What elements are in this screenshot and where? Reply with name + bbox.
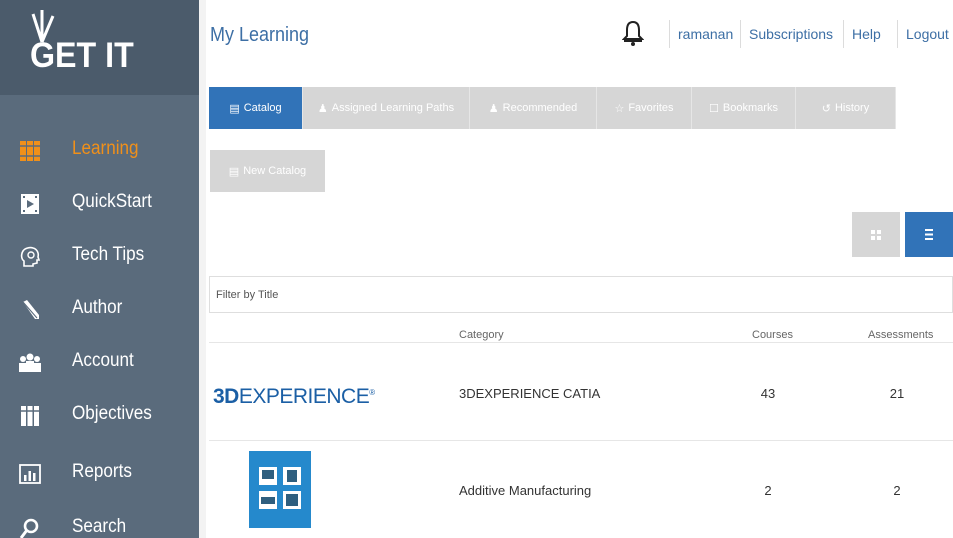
column-header-courses: Courses (752, 329, 793, 341)
filter-field[interactable] (209, 276, 953, 313)
sidebar-item-label: Tech Tips (72, 244, 145, 265)
sidebar-item-account[interactable]: Account (0, 338, 199, 390)
courses-cell: 43 (760, 386, 776, 401)
film-icon (21, 194, 39, 214)
user-link[interactable]: ramanan (669, 20, 741, 48)
new-catalog-button[interactable]: ▤ New Catalog (210, 150, 325, 192)
tab-history[interactable]: ↺ History (796, 87, 896, 129)
sidebar-item-label: Search (72, 516, 127, 537)
users-icon (19, 353, 41, 372)
sidebar-item-label: Account (72, 350, 134, 371)
sidebar-item-tech-tips[interactable]: Tech Tips (0, 232, 199, 284)
bell-icon[interactable] (622, 20, 644, 46)
category-cell[interactable]: 3DEXPERIENCE CATIA (459, 386, 600, 401)
assigned-paths-icon: ♟ (317, 102, 328, 115)
catalog-icon: ▤ (228, 165, 240, 178)
sidebar-item-label: QuickStart (72, 191, 152, 212)
filter-input[interactable] (210, 277, 952, 312)
table-row[interactable]: 3DEXPERIENCE® 3DEXPERIENCE CATIA 43 21 (209, 342, 953, 440)
table-row[interactable]: Additive Manufacturing 2 2 (209, 440, 953, 538)
sidebar-item-label: Objectives (72, 403, 152, 424)
tab-label: Favorites (628, 102, 674, 114)
column-header-assessments: Assessments (868, 329, 934, 341)
tab-label: Recommended (502, 102, 578, 114)
tab-recommended[interactable]: ♟ Recommended (470, 87, 597, 129)
list-view-button[interactable] (905, 212, 953, 257)
tab-catalog[interactable]: ▤ Catalog (209, 87, 303, 129)
assessments-cell: 21 (889, 386, 905, 401)
pencil-icon (22, 300, 39, 319)
bar-chart-icon (19, 464, 41, 484)
sidebar-divider (199, 0, 206, 538)
logo-registered-mark: ® (369, 388, 375, 397)
courses-cell: 2 (764, 483, 772, 498)
additive-manufacturing-thumbnail (249, 451, 311, 528)
objectives-icon (21, 406, 39, 426)
history-icon: ↺ (821, 102, 831, 115)
sidebar-item-label: Learning (72, 138, 139, 159)
catalog-books-icon (20, 141, 40, 161)
sidebar-item-label: Reports (72, 461, 132, 482)
page-title: My Learning (210, 24, 310, 46)
sidebar-item-learning[interactable]: Learning (0, 126, 199, 178)
tab-favorites[interactable]: ☆ Favorites (597, 87, 692, 129)
assessments-cell: 2 (893, 483, 901, 498)
logo-experience: EXPERIENCE (238, 385, 370, 408)
subscriptions-link[interactable]: Subscriptions (740, 20, 841, 48)
category-cell[interactable]: Additive Manufacturing (459, 483, 591, 498)
tab-label: Bookmarks (722, 102, 778, 114)
tab-label: Assigned Learning Paths (331, 102, 455, 114)
machines-icon (259, 467, 301, 509)
grid-icon (871, 229, 881, 240)
star-icon: ☆ (614, 102, 625, 115)
tab-bookmarks[interactable]: ☐ Bookmarks (692, 87, 796, 129)
logout-link[interactable]: Logout (897, 20, 953, 48)
sidebar-item-search[interactable]: Search (0, 504, 199, 538)
search-icon (19, 518, 39, 538)
sidebar-item-objectives[interactable]: Objectives (0, 391, 199, 443)
tab-label: Catalog (243, 102, 282, 114)
logo-text: GET IT (30, 36, 134, 75)
help-link[interactable]: Help (843, 20, 889, 48)
tab-assigned-learning-paths[interactable]: ♟ Assigned Learning Paths (303, 87, 470, 129)
list-icon (925, 229, 933, 240)
catalog-icon: ▤ (229, 102, 240, 115)
3dexperience-logo: 3DEXPERIENCE® (213, 385, 375, 409)
head-lightbulb-icon (20, 246, 41, 267)
logo-3d: 3D (213, 385, 239, 408)
sidebar-item-quickstart[interactable]: QuickStart (0, 179, 199, 231)
recommended-icon: ♟ (488, 102, 499, 115)
bookmark-icon: ☐ (709, 102, 719, 115)
new-catalog-label: New Catalog (243, 165, 307, 177)
tab-label: History (834, 102, 870, 114)
sidebar-item-author[interactable]: Author (0, 285, 199, 337)
sidebar: GET IT Learning QuickStart Tech Tips Aut… (0, 0, 199, 538)
column-header-category: Category (459, 329, 504, 341)
grid-view-button[interactable] (852, 212, 900, 257)
logo[interactable]: GET IT (0, 0, 199, 95)
sidebar-item-label: Author (72, 297, 123, 318)
sidebar-item-reports[interactable]: Reports (0, 449, 199, 501)
